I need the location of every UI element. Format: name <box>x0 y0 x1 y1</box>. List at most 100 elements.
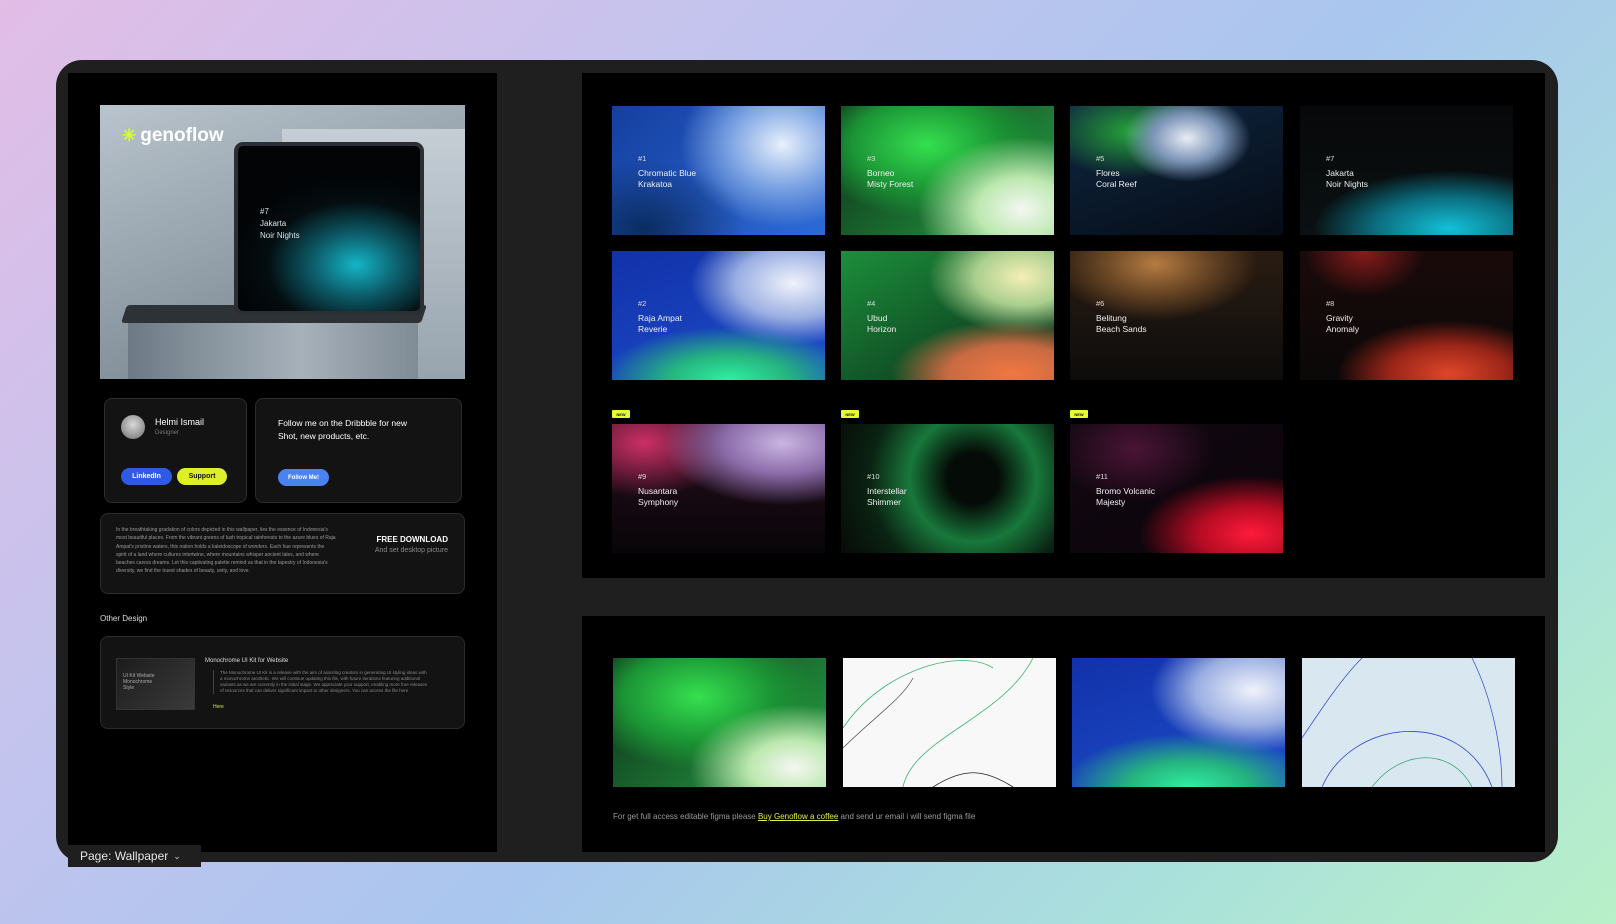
page-selector[interactable]: Page: Wallpaper ⌄ <box>68 845 201 867</box>
preview-tile-blue[interactable] <box>1072 658 1285 787</box>
other-design-card[interactable]: UI Kit Website Monochrome Style Monochro… <box>100 636 465 729</box>
profile-role: Designer <box>155 430 180 436</box>
wallpaper-name-line1: Borneo <box>867 168 895 178</box>
download-subtitle: And set desktop picture <box>374 547 448 554</box>
wallpaper-name-line1: Nusantara <box>638 486 678 496</box>
wallpaper-name-line1: Chromatic Blue <box>638 168 697 178</box>
other-design-description: The Monochrome UI Kit is a release with … <box>213 670 430 694</box>
wallpaper-tile-2[interactable]: #2 Raja Ampat Reverie <box>612 251 825 380</box>
preview-tile-lines-blue[interactable] <box>1302 658 1515 787</box>
wallpaper-name-line2: Misty Forest <box>867 179 914 189</box>
new-badge: NEW <box>841 410 859 418</box>
page-selector-label: Page: Wallpaper <box>80 849 169 863</box>
wallpaper-name-line1: Jakarta <box>1326 168 1354 178</box>
other-design-thumb-text: UI Kit Website Monochrome Style <box>123 673 155 691</box>
wallpaper-name: Bromo Volcanic Majesty <box>1096 486 1155 508</box>
genoflow-logo-text: genoflow <box>140 125 224 146</box>
wallpaper-name-line2: Coral Reef <box>1096 179 1137 189</box>
avatar <box>121 415 145 439</box>
wallpaper-number: #1 <box>638 154 647 163</box>
laptop-screen-name-1: Jakarta <box>260 219 287 228</box>
wallpaper-tile-8[interactable]: #8 Gravity Anomaly <box>1300 251 1513 380</box>
genoflow-logo: ✳ genoflow <box>122 125 224 147</box>
line-pattern-graphic <box>1302 658 1503 787</box>
line-pattern-graphic <box>843 658 1034 787</box>
footer-note-before: For get full access editable figma pleas… <box>613 812 758 821</box>
left-artboard[interactable]: #7 Jakarta Noir Nights ✳ genoflow Helmi … <box>68 73 497 852</box>
wallpaper-name: Interstellar Shimmer <box>867 486 907 508</box>
laptop-screen-number: #7 <box>260 207 269 216</box>
wallpaper-tile-4[interactable]: #4 Ubud Horizon <box>841 251 1054 380</box>
wallpaper-number: #7 <box>1326 154 1335 163</box>
download-card: In the breathtaking gradation of colors … <box>100 513 465 594</box>
wallpaper-name-line2: Noir Nights <box>1326 179 1369 189</box>
wallpaper-name-line2: Reverie <box>638 324 668 334</box>
wallpaper-name: Raja Ampat Reverie <box>638 313 682 335</box>
genoflow-logo-icon: ✳ <box>122 126 137 145</box>
wallpaper-tile-10[interactable]: #10 Interstellar Shimmer <box>841 424 1054 553</box>
wallpaper-number: #10 <box>867 472 880 481</box>
profile-name: Helmi Ismail <box>155 417 205 427</box>
wallpaper-number: #9 <box>638 472 647 481</box>
wallpaper-name-line2: Anomaly <box>1326 324 1360 334</box>
wallpaper-name-line2: Majesty <box>1096 497 1126 507</box>
wallpaper-name: Chromatic Blue Krakatoa <box>638 168 696 190</box>
wallpaper-tile-1[interactable]: #1 Chromatic Blue Krakatoa <box>612 106 825 235</box>
footer-note: For get full access editable figma pleas… <box>613 812 975 821</box>
other-design-thumbnail: UI Kit Website Monochrome Style <box>116 658 195 710</box>
wallpaper-name: Flores Coral Reef <box>1096 168 1137 190</box>
wallpaper-name: Belitung Beach Sands <box>1096 313 1147 335</box>
follow-card: Follow me on the Dribbble for new Shot, … <box>255 398 462 503</box>
support-button[interactable]: Support <box>177 468 227 485</box>
wallpaper-tile-3[interactable]: #3 Borneo Misty Forest <box>841 106 1054 235</box>
footer-note-after: and send ur email i will send figma file <box>838 812 976 821</box>
new-badge: NEW <box>1070 410 1088 418</box>
linkedin-button[interactable]: LinkedIn <box>121 468 172 485</box>
wallpaper-number: #8 <box>1326 299 1335 308</box>
wallpaper-name-line1: Raja Ampat <box>638 313 682 323</box>
wallpaper-number: #11 <box>1096 472 1108 481</box>
wallpaper-tile-9[interactable]: #9 Nusantara Symphony <box>612 424 825 553</box>
wallpaper-name: Ubud Horizon <box>867 313 896 335</box>
wallpaper-name: Nusantara Symphony <box>638 486 678 508</box>
new-badge: NEW <box>612 410 630 418</box>
wallpaper-name-line1: Flores <box>1096 168 1120 178</box>
buy-coffee-link[interactable]: Buy Genoflow a coffee <box>758 812 838 821</box>
profile-card: Helmi Ismail Designer LinkedIn Support <box>104 398 247 503</box>
follow-text: Follow me on the Dribbble for new Shot, … <box>278 418 407 441</box>
wallpaper-name-line1: Belitung <box>1096 313 1127 323</box>
wallpaper-name: Borneo Misty Forest <box>867 168 913 190</box>
chevron-down-icon: ⌄ <box>173 850 181 861</box>
wallpaper-name: Gravity Anomaly <box>1326 313 1359 335</box>
wallpaper-tile-11[interactable]: #11 Bromo Volcanic Majesty <box>1070 424 1283 553</box>
laptop-screen-name-2: Noir Nights <box>260 231 300 240</box>
wallpaper-name-line1: Bromo Volcanic <box>1096 486 1156 496</box>
wallpaper-name-line2: Horizon <box>867 324 897 334</box>
wallpaper-number: #4 <box>867 299 876 308</box>
wallpaper-number: #6 <box>1096 299 1105 308</box>
wallpaper-number: #3 <box>867 154 876 163</box>
wallpaper-name-line2: Krakatoa <box>638 179 673 189</box>
wallpaper-number: #5 <box>1096 154 1105 163</box>
wallpaper-name-line1: Interstellar <box>867 486 907 496</box>
other-design-title: Monochrome UI Kit for Website <box>205 658 289 664</box>
other-design-link[interactable]: Here <box>213 704 224 710</box>
wallpaper-name-line1: Gravity <box>1326 313 1353 323</box>
wallpaper-tile-6[interactable]: #6 Belitung Beach Sands <box>1070 251 1283 380</box>
wallpaper-name-line2: Symphony <box>638 497 679 507</box>
preview-tile-green[interactable] <box>613 658 826 787</box>
wallpaper-tile-7[interactable]: #7 Jakarta Noir Nights <box>1300 106 1513 235</box>
wallpaper-name-line2: Beach Sands <box>1096 324 1147 334</box>
wallpaper-name-line1: Ubud <box>867 313 888 323</box>
wallpaper-number: #2 <box>638 299 647 308</box>
wallpaper-tile-5[interactable]: #5 Flores Coral Reef <box>1070 106 1283 235</box>
preview-tile-lines-white[interactable] <box>843 658 1056 787</box>
download-description: In the breathtaking gradation of colors … <box>116 527 336 575</box>
other-design-heading: Other Design <box>100 614 148 623</box>
follow-me-button[interactable]: Follow Me! <box>278 469 329 486</box>
wallpaper-name-line2: Shimmer <box>867 497 902 507</box>
laptop-screen-label: #7 Jakarta Noir Nights <box>260 206 300 242</box>
free-download-link[interactable]: FREE DOWNLOAD <box>376 535 448 544</box>
laptop-screen: #7 Jakarta Noir Nights <box>234 142 424 315</box>
wallpaper-name: Jakarta Noir Nights <box>1326 168 1368 190</box>
